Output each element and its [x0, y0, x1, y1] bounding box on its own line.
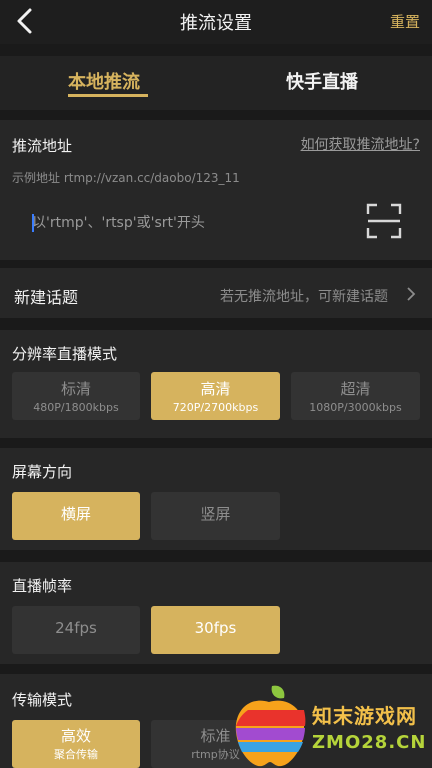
push-url-field: [32, 212, 352, 234]
transport-title: 传输模式: [12, 691, 73, 709]
option-detail: 1080P/3000kbps: [309, 401, 402, 414]
new-topic-hint: 若无推流地址，可新建话题: [220, 289, 388, 305]
site-watermark: 知末游戏网 ZMO28.CN: [232, 682, 432, 768]
push-url-title: 推流地址: [12, 137, 73, 155]
resolution-title: 分辨率直播模式: [12, 345, 118, 363]
resolution-hd-option[interactable]: 高清 720P/2700kbps: [151, 372, 280, 420]
option-label: 高效: [60, 727, 91, 745]
resolution-sd-option[interactable]: 标清 480P/1800kbps: [12, 372, 140, 420]
text-caret: [32, 214, 34, 232]
push-url-input[interactable]: [32, 212, 352, 234]
fps-24-option[interactable]: 24fps: [12, 606, 140, 654]
push-url-example: 示例地址 rtmp://vzan.cc/daobo/123_11: [12, 171, 240, 185]
option-detail: 聚合传输: [54, 748, 98, 761]
top-bar: 推流设置 重置: [0, 0, 432, 44]
option-label: 标清: [60, 380, 91, 398]
reset-button[interactable]: 重置: [390, 11, 420, 32]
option-label: 超清: [340, 380, 371, 398]
new-topic-label: 新建话题: [14, 288, 79, 307]
apple-logo-icon: [235, 685, 306, 767]
tab-kuaishou-live[interactable]: 快手直播: [286, 68, 358, 94]
push-url-help-link[interactable]: 如何获取推流地址?: [301, 134, 420, 154]
tab-local-push[interactable]: 本地推流: [68, 68, 140, 94]
option-detail: 720P/2700kbps: [172, 401, 259, 414]
page-title: 推流设置: [180, 13, 252, 34]
chevron-right-icon: [407, 287, 416, 301]
fps-30-option[interactable]: 30fps: [151, 606, 280, 654]
active-tab-indicator: [68, 94, 148, 97]
option-detail: 480P/1800kbps: [33, 401, 119, 414]
watermark-name: 知末游戏网: [312, 704, 417, 728]
transport-efficient-option[interactable]: 高效 聚合传输: [12, 720, 140, 768]
option-label: 高清: [200, 380, 231, 398]
tab-bar: 本地推流 快手直播: [0, 56, 432, 110]
watermark-domain: ZMO28.CN: [312, 732, 427, 753]
resolution-uhd-option[interactable]: 超清 1080P/3000kbps: [291, 372, 420, 420]
orientation-portrait-option[interactable]: 竖屏: [151, 492, 280, 540]
scan-qr-icon[interactable]: [366, 203, 402, 239]
frame-rate-title: 直播帧率: [12, 577, 73, 595]
orientation-title: 屏幕方向: [12, 463, 73, 481]
orientation-landscape-option[interactable]: 横屏: [12, 492, 140, 540]
